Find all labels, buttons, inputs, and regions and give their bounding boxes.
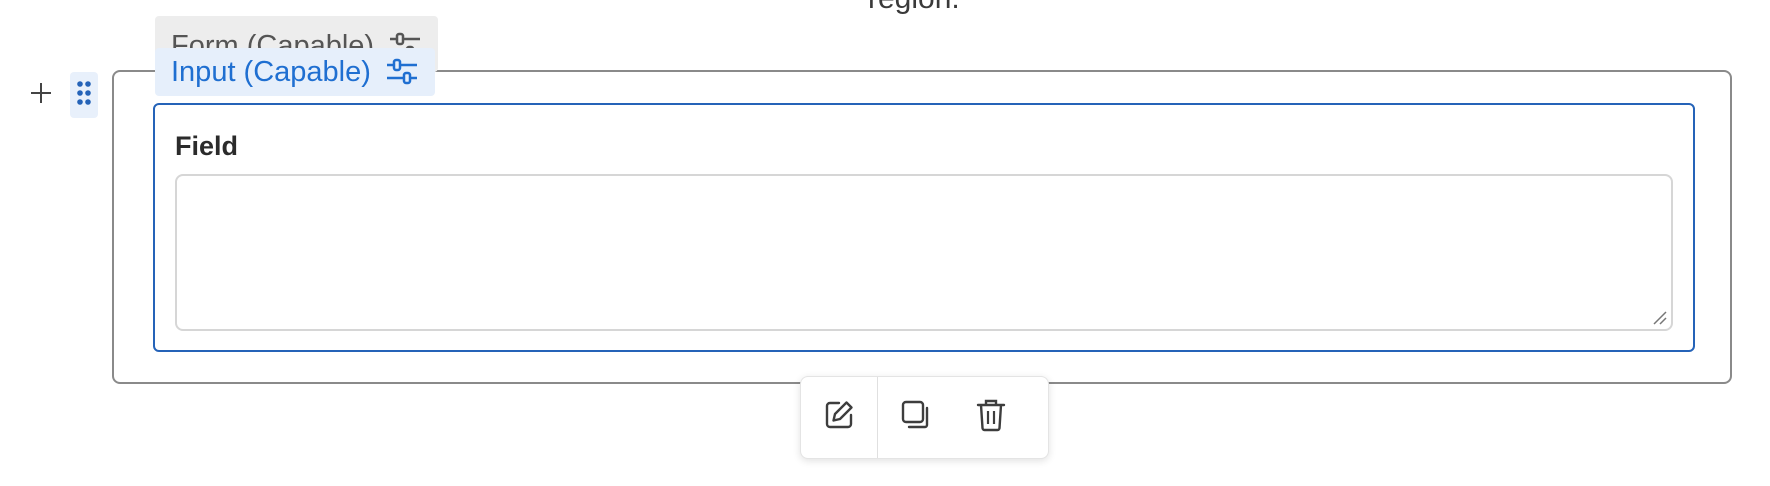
editor-canvas: region. Form (Capable) Input (Capable) [0,0,1770,486]
resize-handle-icon[interactable] [1651,309,1667,325]
input-block-tag[interactable]: Input (Capable) [155,48,435,96]
input-block[interactable]: Field [153,103,1695,352]
duplicate-icon [899,398,933,437]
edit-icon [822,398,856,437]
sliders-icon[interactable] [385,57,419,87]
duplicate-button[interactable] [878,377,954,458]
edit-button[interactable] [801,377,877,458]
drag-dots-icon [76,80,92,111]
field-textarea[interactable] [175,174,1673,331]
trash-icon [975,398,1007,437]
add-block-button[interactable] [24,78,58,112]
field-label: Field [175,131,239,161]
drag-handle[interactable] [70,72,98,118]
delete-button[interactable] [954,377,1028,458]
preceding-paragraph-text: region. [868,0,960,16]
input-block-tag-label: Input (Capable) [171,56,371,88]
plus-icon [29,81,53,110]
block-toolbar [800,376,1049,459]
